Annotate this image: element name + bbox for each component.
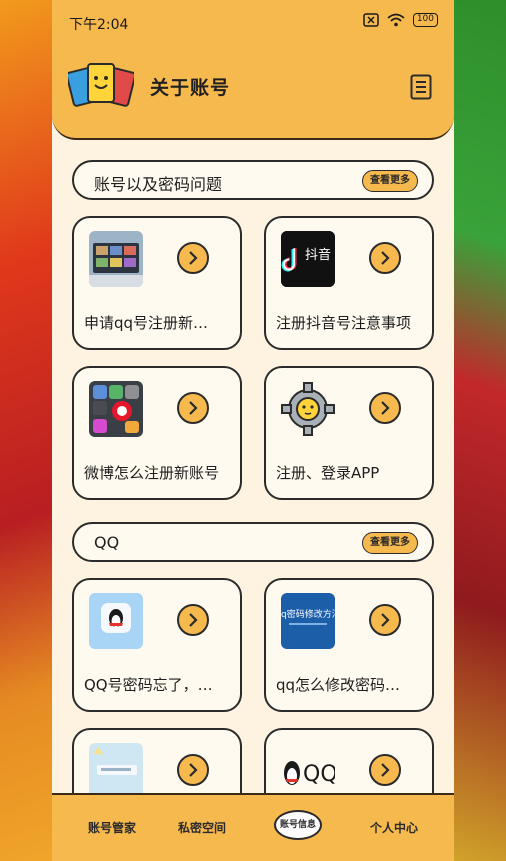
article-card[interactable]: q密码修改方法 qq怎么修改密码… (264, 578, 434, 712)
article-card[interactable]: 申请qq号注册新… (72, 216, 242, 350)
article-card[interactable]: 注册、登录APP (264, 366, 434, 500)
status-time: 下午2:04 (69, 17, 129, 33)
open-arrow-button[interactable] (177, 392, 209, 424)
tab-account-info[interactable]: 账号信息 (274, 810, 322, 840)
svg-text:QQ: QQ (303, 762, 335, 787)
chevron-right-icon (189, 401, 198, 415)
card-title: 注册抖音号注意事项 (276, 314, 412, 332)
tab-account-manager[interactable]: 账号管家 (88, 819, 136, 836)
app-logo-icon (68, 63, 134, 107)
status-icons: 100 (363, 13, 438, 27)
wifi-icon (387, 13, 405, 27)
background-left-decoration (0, 0, 52, 861)
card-title: QQ号密码忘了，… (84, 676, 213, 694)
article-card[interactable]: QQ号密码忘了，… (72, 578, 242, 712)
article-card[interactable]: 抖音 注册抖音号注意事项 (264, 216, 434, 350)
tablet-photo-thumbnail (89, 231, 143, 287)
chevron-right-icon (381, 613, 390, 627)
view-more-button[interactable]: 查看更多 (362, 532, 418, 554)
section-header-qq: QQ 查看更多 (72, 522, 434, 562)
view-more-button[interactable]: 查看更多 (362, 170, 418, 192)
section-header-account-password: 账号以及密码问题 查看更多 (72, 160, 434, 200)
article-card[interactable]: 微博怎么注册新账号 (72, 366, 242, 500)
section-title: QQ (94, 533, 120, 552)
phone-apps-thumbnail (89, 381, 143, 437)
qq-app-thumbnail (89, 593, 143, 649)
qq-penguin-thumbnail: QQ (281, 743, 335, 799)
chevron-right-icon (189, 763, 198, 777)
page-title: 关于账号 (150, 77, 231, 99)
bottom-tab-bar: 账号管家 私密空间 账号信息 个人中心 (52, 793, 454, 861)
tab-personal-center[interactable]: 个人中心 (370, 819, 418, 836)
card-title: qq怎么修改密码… (276, 676, 401, 694)
sim-off-icon (363, 13, 379, 27)
open-arrow-button[interactable] (369, 242, 401, 274)
card-title: 注册、登录APP (276, 464, 380, 482)
gear-emoji-thumbnail (281, 381, 335, 437)
douyin-logo-thumbnail: 抖音 (281, 231, 335, 287)
open-arrow-button[interactable] (177, 604, 209, 636)
battery-indicator: 100 (412, 13, 438, 27)
section-title: 账号以及密码问题 (94, 175, 223, 194)
tab-private-space[interactable]: 私密空间 (178, 819, 226, 836)
open-arrow-button[interactable] (369, 604, 401, 636)
app-header: 下午2:04 100 关于账号 (52, 0, 454, 140)
open-arrow-button[interactable] (369, 754, 401, 786)
card-title: 申请qq号注册新… (84, 314, 209, 332)
chevron-right-icon (381, 763, 390, 777)
chevron-right-icon (189, 613, 198, 627)
svg-text:抖音: 抖音 (305, 247, 331, 263)
svg-text:q密码修改方法: q密码修改方法 (281, 608, 335, 620)
background-right-decoration (454, 0, 506, 861)
open-arrow-button[interactable] (177, 242, 209, 274)
blue-banner-thumbnail: q密码修改方法 (281, 593, 335, 649)
app-screen: 下午2:04 100 关于账号 账号以及密码问题 查看更多 申请qq号注册新… … (52, 0, 454, 861)
open-arrow-button[interactable] (177, 754, 209, 786)
chevron-right-icon (381, 251, 390, 265)
chevron-right-icon (189, 251, 198, 265)
pastel-screenshot-thumbnail (89, 743, 143, 799)
document-icon[interactable] (410, 74, 432, 100)
card-title: 微博怎么注册新账号 (84, 464, 220, 482)
open-arrow-button[interactable] (369, 392, 401, 424)
chevron-right-icon (381, 401, 390, 415)
